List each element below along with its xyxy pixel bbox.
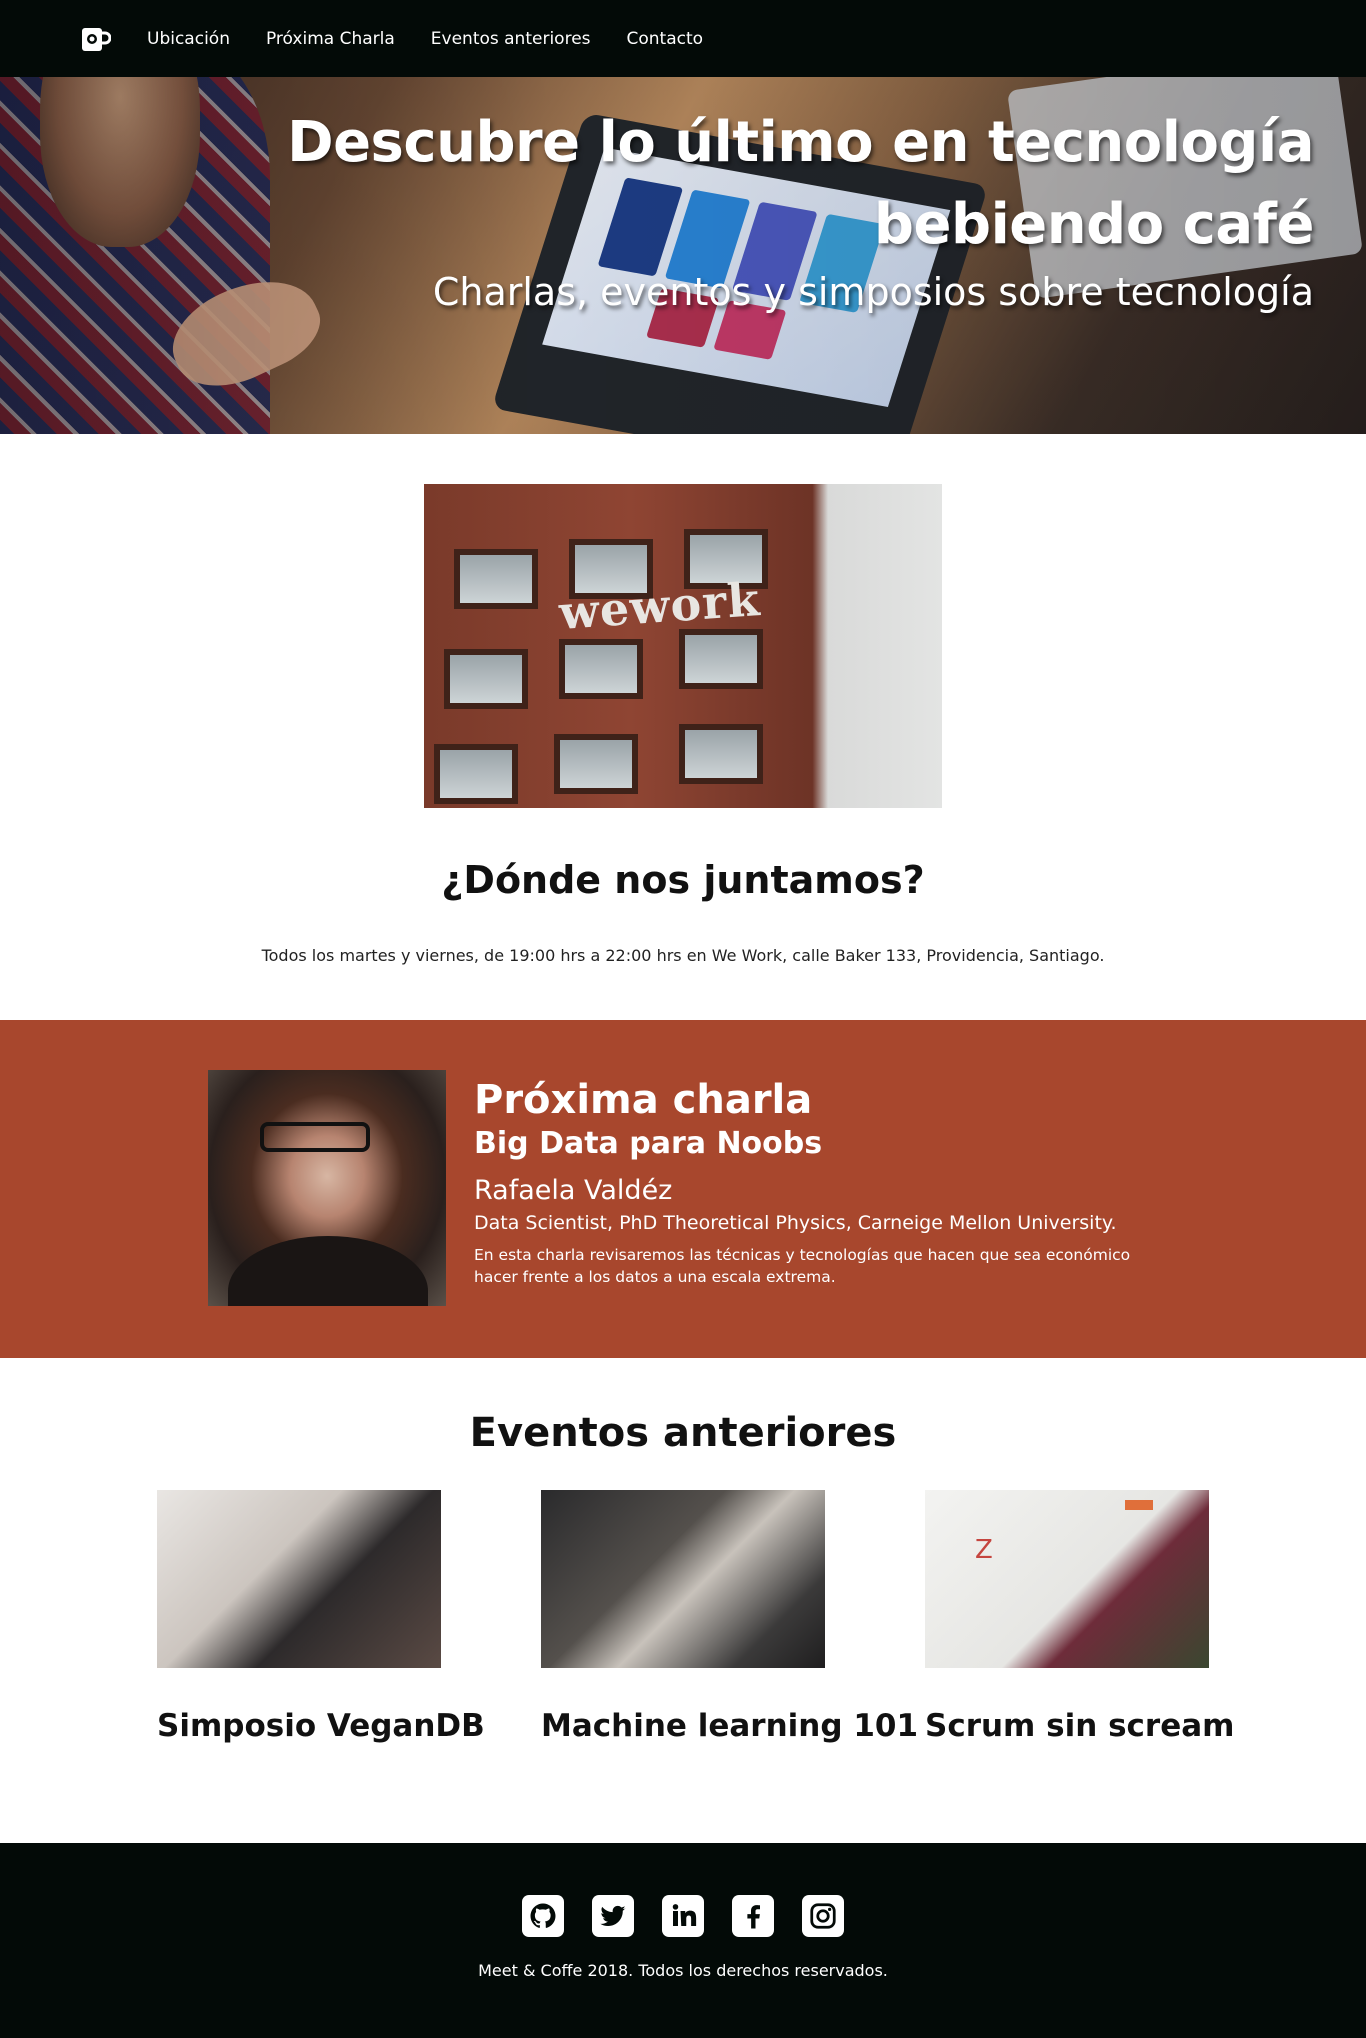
linkedin-icon[interactable] [662,1895,704,1937]
footer-copyright: Meet & Coffe 2018. Todos los derechos re… [478,1961,888,1980]
top-navbar: Ubicación Próxima Charla Eventos anterio… [0,0,1366,77]
twitter-icon[interactable] [592,1895,634,1937]
hero-banner: Descubre lo último en tecnología bebiend… [0,77,1366,434]
nav-link-ubicacion[interactable]: Ubicación [147,29,230,49]
facebook-icon[interactable] [732,1895,774,1937]
nav-link-contacto[interactable]: Contacto [627,29,704,49]
event-title[interactable]: Scrum sin scream [925,1708,1234,1744]
next-talk-title: Big Data para Noobs [474,1126,823,1161]
event-title[interactable]: Machine learning 101 [541,1708,918,1744]
speaker-role: Data Scientist, PhD Theoretical Physics,… [474,1212,1117,1234]
nav-link-eventos-anteriores[interactable]: Eventos anteriores [431,29,591,49]
past-events-heading: Eventos anteriores [469,1410,897,1456]
event-card[interactable]: Machine learning 101 [541,1490,918,1744]
event-card[interactable]: Simposio VeganDB [157,1490,485,1744]
speaker-photo [208,1070,446,1306]
location-title: ¿Dónde nos juntamos? [441,858,925,902]
github-icon[interactable] [522,1895,564,1937]
instagram-icon[interactable] [802,1895,844,1937]
location-text: Todos los martes y viernes, de 19:00 hrs… [261,946,1105,965]
footer: Meet & Coffe 2018. Todos los derechos re… [0,1843,1366,2038]
event-title[interactable]: Simposio VeganDB [157,1708,485,1744]
past-events-section: Eventos anteriores Simposio VeganDB Mach… [0,1358,1366,1843]
speaker-name: Rafaela Valdéz [474,1175,673,1206]
hero-title: Descubre lo último en tecnología bebiend… [287,110,1314,257]
event-card[interactable]: Z Scrum sin scream [925,1490,1234,1744]
hero-subtitle: Charlas, eventos y simposios sobre tecno… [432,270,1314,314]
next-talk-section: Próxima charla Big Data para Noobs Rafae… [0,1020,1366,1358]
next-talk-heading: Próxima charla [474,1077,813,1123]
nav-link-proxima-charla[interactable]: Próxima Charla [266,29,395,49]
talk-description: En esta charla revisaremos las técnicas … [474,1246,1131,1286]
event-thumbnail[interactable]: Z [925,1490,1209,1668]
wework-building-image: wework [424,484,942,808]
location-section: wework ¿Dónde nos juntamos? Todos los ma… [0,434,1366,1020]
event-thumbnail[interactable] [541,1490,825,1668]
coffee-mug-icon[interactable] [79,23,111,55]
event-thumbnail[interactable] [157,1490,441,1668]
